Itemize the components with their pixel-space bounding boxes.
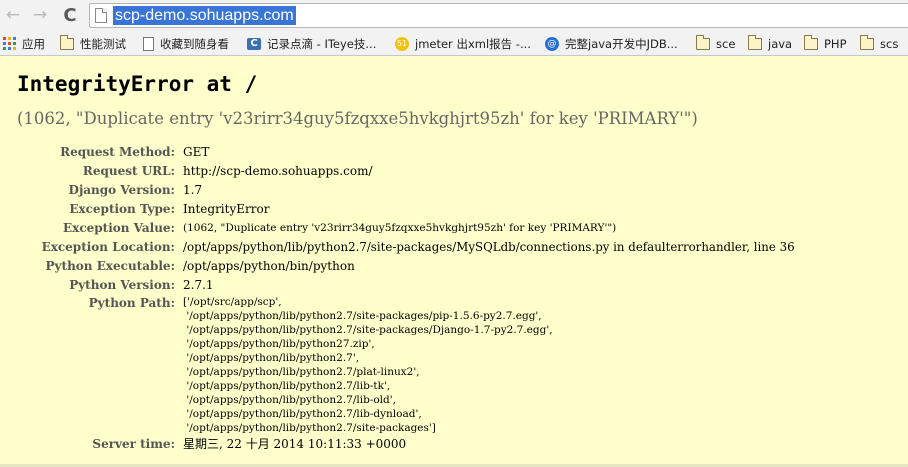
meta-value: 1.7 bbox=[183, 183, 203, 197]
exception-summary: (1062, "Duplicate entry 'v23rirr34guy5fz… bbox=[17, 109, 698, 128]
bookmark-label: PHP bbox=[824, 36, 847, 51]
reload-icon: C bbox=[63, 4, 77, 26]
python-path-label: Python Path: bbox=[88, 296, 175, 310]
bookmark-label: jmeter 出xml报告 -... bbox=[415, 36, 531, 51]
meta-label: Request Method: bbox=[60, 145, 175, 159]
bookmark-label: 收藏到随身看 bbox=[160, 36, 229, 51]
bookmark-label: 完整java开发中JDB... bbox=[565, 36, 678, 51]
folder-icon bbox=[59, 34, 74, 50]
bookmark-folder-performance[interactable]: 性能测试 bbox=[59, 34, 126, 53]
back-arrow-icon: ← bbox=[5, 5, 21, 25]
meta-value: IntegrityError bbox=[183, 202, 270, 216]
meta-label: Exception Location: bbox=[41, 240, 175, 254]
meta-row-request-method: Request Method: GET bbox=[0, 143, 908, 162]
back-button[interactable]: ← bbox=[2, 4, 24, 26]
meta-label: Server time: bbox=[92, 437, 175, 451]
folder-icon bbox=[859, 34, 874, 50]
python-path-entry: ['/opt/src/app/scp', bbox=[183, 296, 282, 308]
meta-label: Django Version: bbox=[68, 183, 175, 197]
python-path-entry: '/opt/apps/python/lib/python2.7/site-pac… bbox=[183, 324, 553, 336]
meta-value: http://scp-demo.sohuapps.com/ bbox=[183, 164, 373, 178]
meta-value: /opt/apps/python/lib/python2.7/site-pack… bbox=[183, 240, 795, 254]
apps-grid-icon bbox=[3, 37, 16, 50]
bookmark-folder-php[interactable]: PHP bbox=[803, 34, 847, 53]
bookmark-folder-scs[interactable]: scs bbox=[859, 34, 899, 53]
meta-row-exception-type: Exception Type: IntegrityError bbox=[0, 200, 908, 219]
meta-value: (1062, "Duplicate entry 'v23rirr34guy5fz… bbox=[183, 222, 617, 234]
python-path-entry: '/opt/apps/python/lib/python2.7/lib-tk', bbox=[183, 380, 391, 392]
meta-row-django-version: Django Version: 1.7 bbox=[0, 181, 908, 200]
meta-row-python-executable: Python Executable: /opt/apps/python/bin/… bbox=[0, 257, 908, 276]
python-path-list: ['/opt/src/app/scp', '/opt/apps/python/l… bbox=[183, 295, 553, 435]
bookmark-label: sce bbox=[716, 36, 736, 51]
folder-icon bbox=[695, 34, 710, 50]
folder-icon bbox=[803, 34, 818, 50]
bookmark-label: 应用 bbox=[22, 36, 45, 51]
bookmark-read-later[interactable]: 收藏到随身看 bbox=[143, 34, 229, 53]
page-icon bbox=[95, 8, 107, 23]
folder-icon bbox=[747, 34, 762, 50]
meta-value: 2.7.1 bbox=[183, 278, 214, 292]
bookmark-java-jdbc[interactable]: @ 完整java开发中JDB... bbox=[545, 34, 678, 53]
meta-row-exception-location: Exception Location: /opt/apps/python/lib… bbox=[0, 238, 908, 257]
python-path-entry: '/opt/apps/python/lib/python2.7/lib-dynl… bbox=[183, 408, 422, 420]
url-text[interactable]: scp-demo.sohuapps.com bbox=[113, 6, 296, 25]
bookmark-folder-sce[interactable]: sce bbox=[695, 34, 736, 53]
bookmark-folder-java[interactable]: java bbox=[747, 34, 793, 53]
python-path-entry: '/opt/apps/python/lib/python2.7', bbox=[183, 352, 360, 364]
meta-value: /opt/apps/python/bin/python bbox=[183, 259, 355, 273]
bookmark-apps[interactable]: 应用 bbox=[3, 34, 45, 53]
blue-circle-icon: @ bbox=[545, 36, 559, 51]
python-path-entry: '/opt/apps/python/lib/python2.7/site-pac… bbox=[183, 310, 542, 322]
python-path-entry: '/opt/apps/python/lib/python2.7/site-pac… bbox=[183, 422, 436, 434]
bookmark-iteye[interactable]: C 记录点滴 - ITeye技... bbox=[247, 34, 376, 53]
meta-label: Exception Type: bbox=[69, 202, 175, 216]
browser-toolbar: ← → C scp-demo.sohuapps.com bbox=[0, 0, 908, 31]
address-bar[interactable]: scp-demo.sohuapps.com bbox=[89, 3, 908, 28]
bookmark-label: 记录点滴 - ITeye技... bbox=[267, 36, 377, 51]
meta-row-python-version: Python Version: 2.7.1 bbox=[0, 276, 908, 295]
meta-label: Exception Value: bbox=[63, 221, 175, 235]
bookmark-label: java bbox=[768, 36, 793, 51]
bookmarks-bar: 应用 性能测试 收藏到随身看 C 记录点滴 - ITeye技... 51 jme… bbox=[0, 31, 908, 56]
yellow-circle-icon: 51 bbox=[395, 36, 409, 51]
python-path-entry: '/opt/apps/python/lib/python2.7/lib-old'… bbox=[183, 394, 396, 406]
meta-row-server-time: Server time: 星期三, 22 十月 2014 10:11:33 +0… bbox=[0, 435, 908, 454]
page-icon bbox=[143, 36, 154, 51]
forward-arrow-icon: → bbox=[32, 5, 48, 25]
meta-row-request-url: Request URL: http://scp-demo.sohuapps.co… bbox=[0, 162, 908, 181]
page-title: IntegrityError at / bbox=[17, 72, 258, 96]
forward-button[interactable]: → bbox=[29, 4, 51, 26]
reload-button[interactable]: C bbox=[59, 4, 81, 26]
bookmark-jmeter[interactable]: 51 jmeter 出xml报告 -... bbox=[395, 34, 531, 53]
meta-label: Python Version: bbox=[69, 278, 175, 292]
meta-value: 星期三, 22 十月 2014 10:11:33 +0000 bbox=[183, 437, 407, 451]
python-path-entry: '/opt/apps/python/lib/python27.zip', bbox=[183, 338, 375, 350]
meta-row-exception-value: Exception Value: (1062, "Duplicate entry… bbox=[0, 219, 908, 238]
meta-value: GET bbox=[183, 145, 210, 159]
python-path-entry: '/opt/apps/python/lib/python2.7/plat-lin… bbox=[183, 366, 420, 378]
c-logo-icon: C bbox=[247, 37, 261, 50]
meta-label: Python Executable: bbox=[45, 259, 175, 273]
bookmark-label: scs bbox=[880, 36, 899, 51]
meta-label: Request URL: bbox=[82, 164, 175, 178]
bookmark-label: 性能测试 bbox=[80, 36, 126, 51]
django-error-page: IntegrityError at / (1062, "Duplicate en… bbox=[0, 57, 908, 467]
